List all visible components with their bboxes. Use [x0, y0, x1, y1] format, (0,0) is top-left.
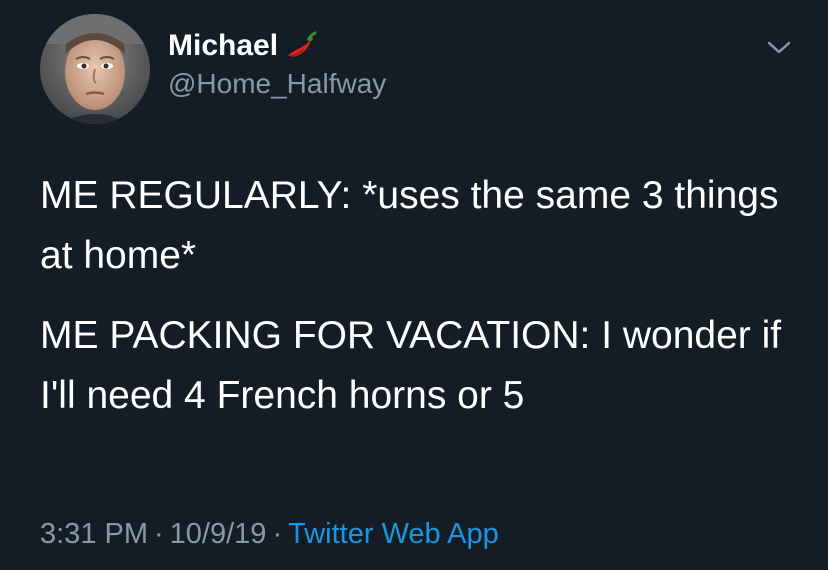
author-handle[interactable]: @Home_Halfway [168, 66, 386, 102]
tweet-text: ME REGULARLY: *uses the same 3 things at… [40, 166, 800, 426]
avatar-photo-icon [40, 14, 150, 124]
tweet-paragraph: ME REGULARLY: *uses the same 3 things at… [40, 174, 779, 277]
tweet-date[interactable]: 10/9/19 [170, 518, 267, 550]
tweet-meta: 3:31 PM · 10/9/19 · Twitter Web App [40, 514, 499, 554]
tweet-time[interactable]: 3:31 PM [40, 518, 148, 550]
display-name[interactable]: Michael [168, 28, 278, 64]
meta-separator: · [154, 518, 164, 550]
chevron-down-icon[interactable] [764, 36, 794, 58]
tweet-card: Michael @Home_Halfway ME REGULARLY: *use… [0, 0, 828, 570]
hot-pepper-icon [288, 31, 317, 57]
tweet-paragraph: ME PACKING FOR VACATION: I wonder if I'l… [40, 314, 782, 417]
author-name-row[interactable]: Michael [168, 28, 318, 64]
meta-separator: · [272, 518, 283, 550]
avatar[interactable] [40, 14, 150, 124]
tweet-source-link[interactable]: Twitter Web App [288, 518, 499, 550]
